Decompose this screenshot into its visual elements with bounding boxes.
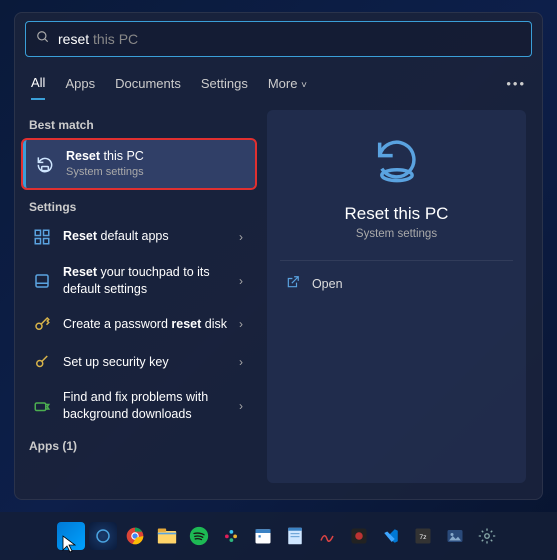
- taskbar-app-unknown-dark[interactable]: [345, 522, 373, 550]
- taskbar-app-explorer[interactable]: [153, 522, 181, 550]
- section-settings: Settings: [23, 192, 255, 218]
- chevron-right-icon: ›: [239, 399, 247, 413]
- result-text: Find and fix problems with background do…: [63, 389, 229, 423]
- taskbar-app-spotify[interactable]: [185, 522, 213, 550]
- search-input[interactable]: reset this PC: [58, 31, 138, 47]
- taskbar-app-chrome[interactable]: [121, 522, 149, 550]
- chevron-right-icon: ›: [239, 274, 247, 288]
- results-panel: Best match Reset this PC System settings…: [23, 110, 255, 483]
- taskbar-app-calendar[interactable]: [249, 522, 277, 550]
- result-downloads-troubleshoot[interactable]: Find and fix problems with background do…: [23, 381, 255, 431]
- preview-title: Reset this PC: [345, 204, 449, 224]
- result-text: Create a password reset disk: [63, 316, 229, 333]
- tab-apps[interactable]: Apps: [65, 68, 95, 99]
- troubleshoot-icon: [31, 395, 53, 417]
- open-icon: [286, 275, 300, 292]
- open-label: Open: [312, 277, 343, 291]
- best-match-text: Reset this PC System settings: [66, 148, 247, 180]
- content-area: Best match Reset this PC System settings…: [15, 100, 542, 499]
- taskbar-app-cortana[interactable]: [89, 522, 117, 550]
- chevron-right-icon: ›: [239, 230, 247, 244]
- result-reset-touchpad[interactable]: Reset your touchpad to its default setti…: [23, 256, 255, 306]
- taskbar: 7z: [0, 512, 557, 560]
- result-text: Set up security key: [63, 354, 229, 371]
- preview-open-action[interactable]: Open: [280, 265, 513, 302]
- taskbar-app-7zip[interactable]: 7z: [409, 522, 437, 550]
- tab-more-label: More: [268, 76, 298, 91]
- tab-all[interactable]: All: [31, 67, 45, 100]
- key-icon: [31, 313, 53, 335]
- taskbar-app-gallery[interactable]: [441, 522, 469, 550]
- touchpad-icon: [31, 270, 53, 292]
- reset-pc-icon: [34, 153, 56, 175]
- apps-icon: [31, 226, 53, 248]
- result-reset-default-apps[interactable]: Reset default apps ›: [23, 218, 255, 256]
- chevron-down-icon: ˅: [301, 80, 307, 91]
- search-typed-text: reset: [58, 31, 89, 47]
- result-text: Reset default apps: [63, 228, 229, 245]
- chevron-right-icon: ›: [239, 355, 247, 369]
- taskbar-app-slack[interactable]: [217, 522, 245, 550]
- search-icon: [36, 30, 50, 49]
- search-window: reset this PC All Apps Documents Setting…: [14, 12, 543, 500]
- preview-panel: Reset this PC System settings Open: [267, 110, 526, 483]
- more-options-button[interactable]: •••: [506, 76, 526, 91]
- tab-settings[interactable]: Settings: [201, 68, 248, 99]
- security-key-icon: [31, 351, 53, 373]
- best-match-result[interactable]: Reset this PC System settings: [23, 140, 255, 188]
- divider: [280, 260, 513, 261]
- taskbar-app-notepad[interactable]: [281, 522, 309, 550]
- result-security-key[interactable]: Set up security key ›: [23, 343, 255, 381]
- taskbar-app-unknown-red[interactable]: [313, 522, 341, 550]
- section-apps[interactable]: Apps (1): [23, 431, 255, 457]
- search-bar[interactable]: reset this PC: [25, 21, 532, 57]
- taskbar-app-vscode[interactable]: [377, 522, 405, 550]
- chevron-right-icon: ›: [239, 317, 247, 331]
- result-password-reset-disk[interactable]: Create a password reset disk ›: [23, 305, 255, 343]
- taskbar-app-settings[interactable]: [473, 522, 501, 550]
- svg-text:7z: 7z: [419, 534, 427, 541]
- start-button[interactable]: [57, 522, 85, 550]
- section-best-match: Best match: [23, 110, 255, 136]
- search-suggestion: this PC: [89, 31, 138, 47]
- tab-documents[interactable]: Documents: [115, 68, 181, 99]
- result-text: Reset your touchpad to its default setti…: [63, 264, 229, 298]
- preview-subtitle: System settings: [356, 228, 437, 240]
- tab-more[interactable]: More ˅: [268, 68, 307, 99]
- preview-reset-icon: [367, 130, 427, 190]
- tabs-bar: All Apps Documents Settings More ˅ •••: [15, 61, 542, 100]
